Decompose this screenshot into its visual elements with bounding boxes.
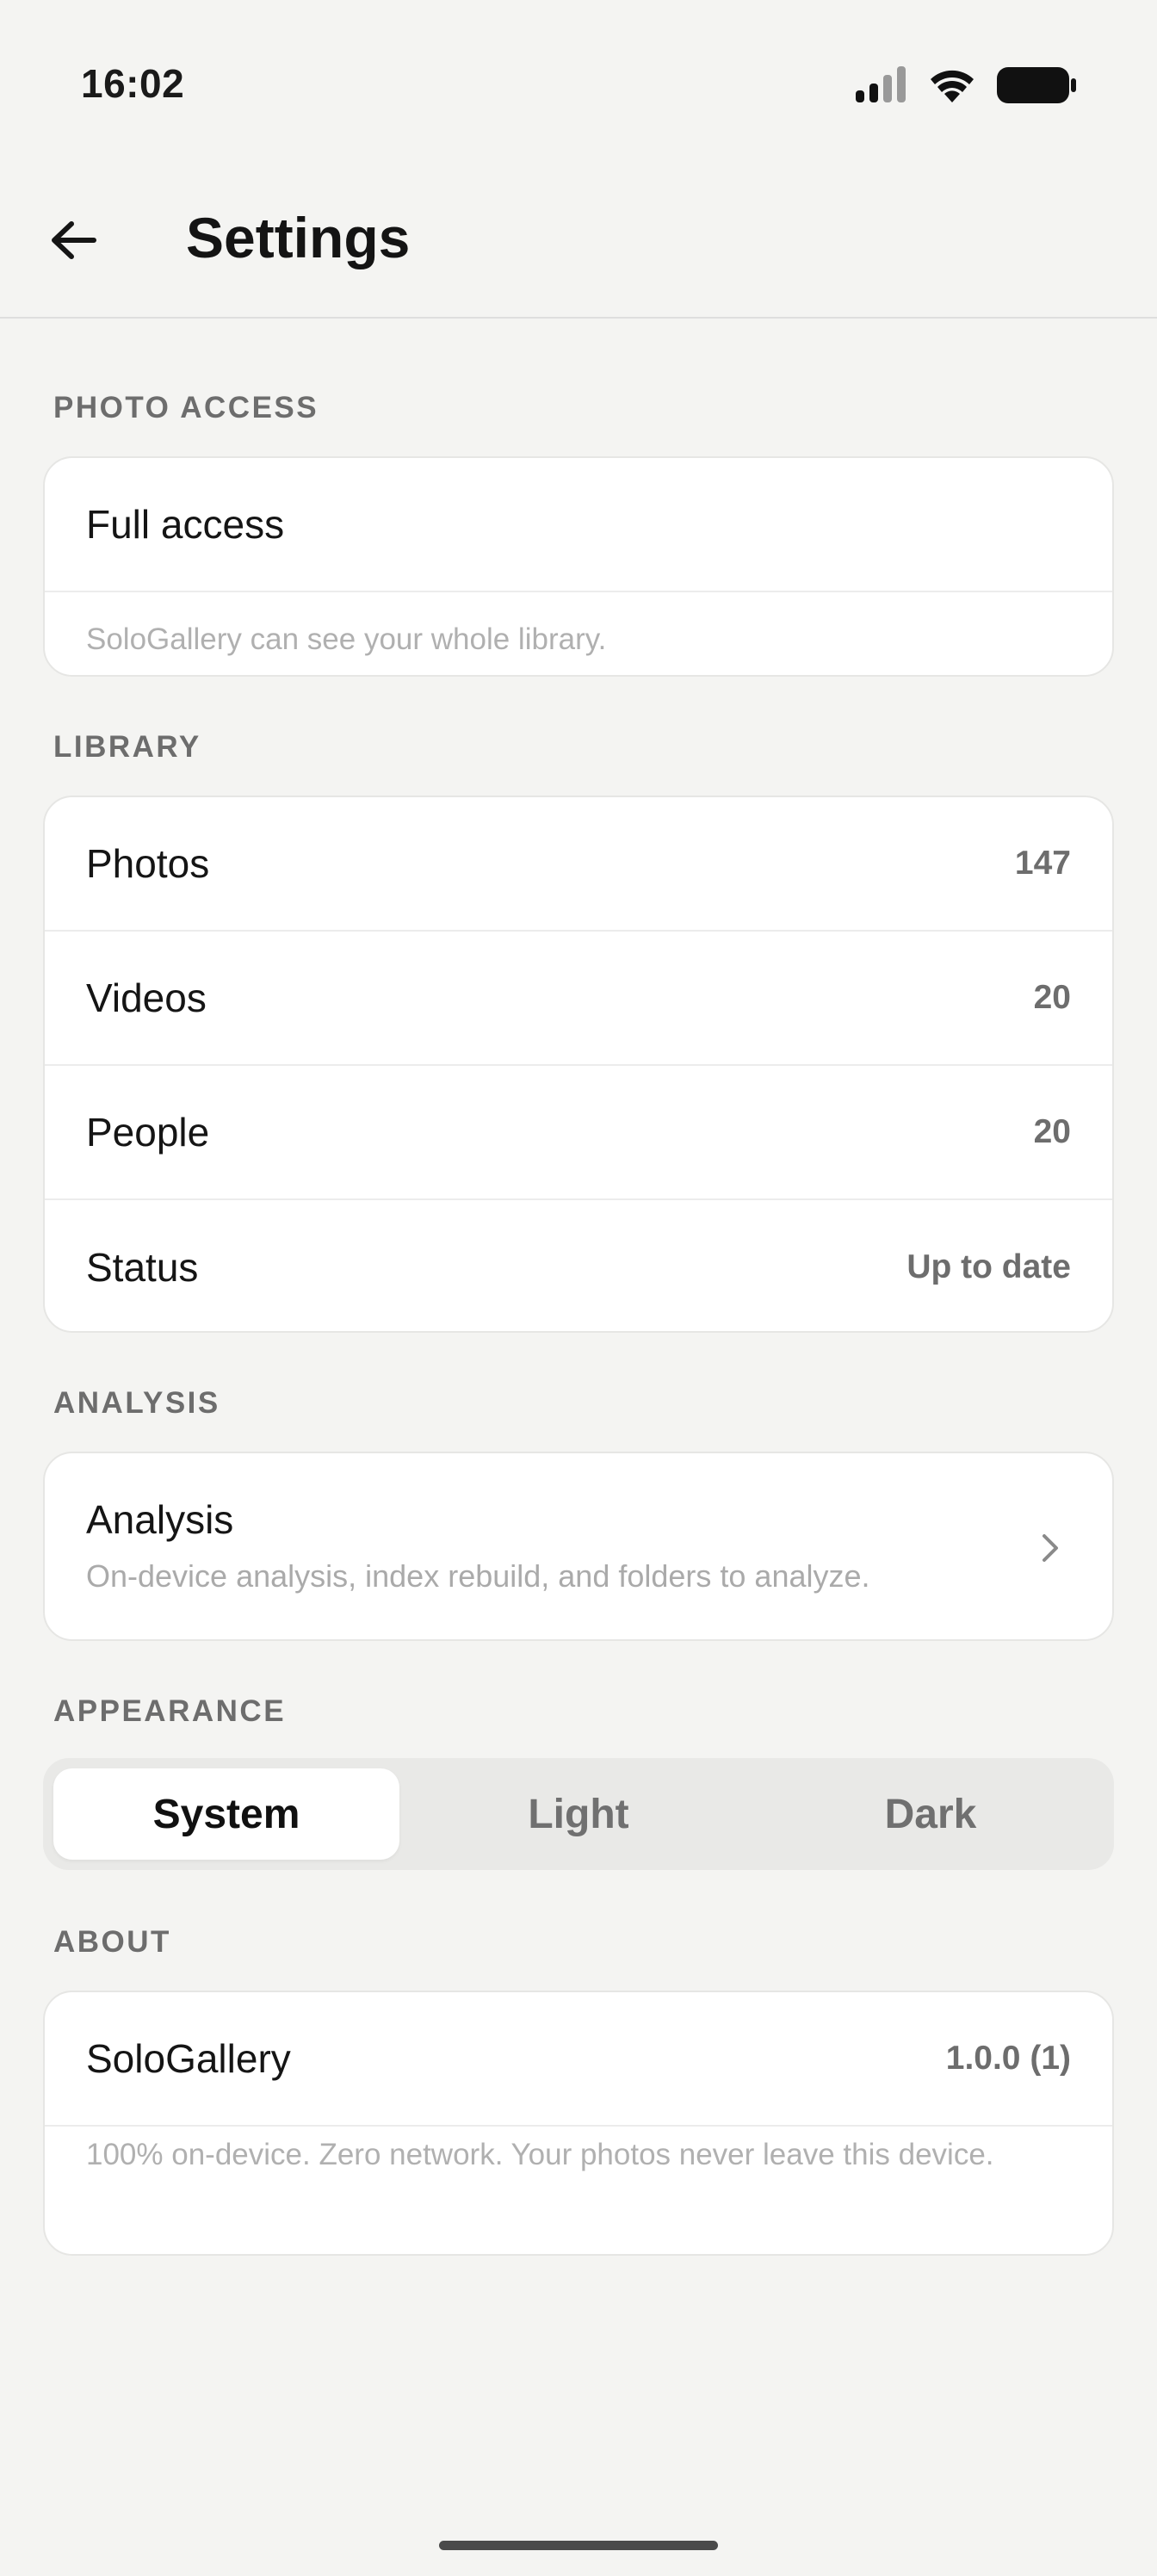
library-row-value: 20 bbox=[1033, 1113, 1071, 1150]
analysis-card[interactable]: Analysis On-device analysis, index rebui… bbox=[43, 1452, 1114, 1641]
status-icons bbox=[854, 65, 1076, 105]
library-row-videos: Videos 20 bbox=[45, 932, 1112, 1066]
library-row-label: Status bbox=[86, 1245, 199, 1290]
section-label-photo-access: PHOTO ACCESS bbox=[53, 391, 319, 424]
wifi-icon bbox=[931, 70, 974, 102]
section-label-about: ABOUT bbox=[53, 1925, 171, 1959]
library-row-photos: Photos 147 bbox=[45, 797, 1112, 932]
library-row-people: People 20 bbox=[45, 1066, 1112, 1200]
status-bar: 16:02 bbox=[0, 0, 1157, 164]
appearance-segmented-control: System Light Dark bbox=[43, 1758, 1114, 1870]
about-description: 100% on-device. Zero network. Your photo… bbox=[86, 2138, 994, 2171]
about-card: SoloGallery 1.0.0 (1) 100% on-device. Ze… bbox=[43, 1991, 1114, 2256]
photo-access-description: SoloGallery can see your whole library. bbox=[86, 622, 607, 656]
library-row-label: Videos bbox=[86, 975, 207, 1020]
battery-icon bbox=[997, 67, 1076, 103]
appearance-option-dark[interactable]: Dark bbox=[758, 1768, 1104, 1860]
library-row-value: 147 bbox=[1014, 845, 1071, 882]
chevron-right-icon bbox=[1043, 1534, 1058, 1562]
library-row-status: Status Up to date bbox=[45, 1200, 1112, 1331]
section-label-appearance: APPEARANCE bbox=[53, 1694, 287, 1728]
back-button[interactable] bbox=[41, 208, 105, 272]
about-app-name: SoloGallery bbox=[86, 2036, 291, 2081]
status-time: 16:02 bbox=[81, 61, 185, 106]
appearance-option-system[interactable]: System bbox=[53, 1768, 399, 1860]
library-row-label: Photos bbox=[86, 841, 210, 886]
app-bar: Settings bbox=[0, 164, 1157, 319]
about-app-row: SoloGallery 1.0.0 (1) bbox=[45, 1992, 1112, 2127]
library-row-value: Up to date bbox=[906, 1248, 1071, 1285]
analysis-subtitle: On-device analysis, index rebuild, and f… bbox=[86, 1558, 870, 1594]
home-indicator bbox=[439, 2541, 718, 2550]
photo-access-row[interactable]: Full access bbox=[45, 458, 1112, 592]
section-label-analysis: ANALYSIS bbox=[53, 1386, 220, 1420]
section-label-library: LIBRARY bbox=[53, 730, 201, 764]
library-card: Photos 147 Videos 20 People 20 Status Up… bbox=[43, 796, 1114, 1333]
page-title: Settings bbox=[186, 206, 411, 269]
arrow-back-icon bbox=[52, 221, 96, 259]
signal-icon bbox=[856, 66, 906, 102]
photo-access-card: Full access SoloGallery can see your who… bbox=[43, 456, 1114, 677]
library-row-label: People bbox=[86, 1110, 210, 1155]
library-row-value: 20 bbox=[1033, 979, 1071, 1016]
analysis-title: Analysis bbox=[86, 1497, 234, 1542]
appearance-option-light[interactable]: Light bbox=[405, 1768, 752, 1860]
about-version: 1.0.0 (1) bbox=[945, 2040, 1071, 2077]
photo-access-status: Full access bbox=[86, 502, 285, 547]
